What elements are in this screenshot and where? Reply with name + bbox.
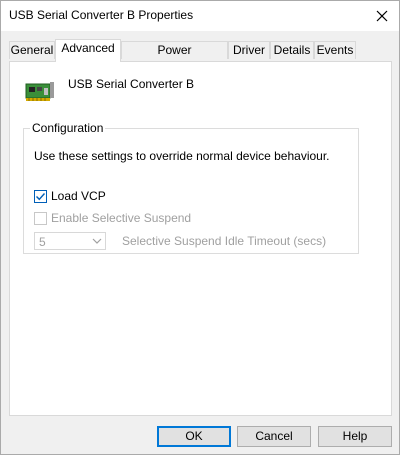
load-vcp-label: Load VCP bbox=[51, 189, 106, 203]
close-button[interactable] bbox=[365, 1, 399, 31]
load-vcp-row[interactable]: Load VCP bbox=[34, 189, 106, 203]
device-name: USB Serial Converter B bbox=[68, 77, 195, 91]
properties-dialog: USB Serial Converter B Properties Genera… bbox=[0, 0, 400, 455]
tab-general[interactable]: General bbox=[9, 41, 55, 59]
configuration-description: Use these settings to override normal de… bbox=[34, 149, 330, 163]
tab-strip: General Advanced Power Management Driver… bbox=[9, 39, 393, 74]
ok-button[interactable]: OK bbox=[157, 426, 231, 447]
tab-details[interactable]: Details bbox=[270, 41, 314, 59]
tab-events[interactable]: Events bbox=[314, 41, 356, 59]
selective-suspend-checkbox bbox=[34, 211, 47, 225]
load-vcp-checkbox[interactable] bbox=[34, 189, 47, 203]
checkmark-icon bbox=[36, 192, 46, 200]
configuration-group: Configuration Use these settings to over… bbox=[23, 121, 359, 254]
selective-suspend-label: Enable Selective Suspend bbox=[51, 211, 192, 225]
tab-driver[interactable]: Driver bbox=[228, 41, 270, 59]
idle-timeout-value: 5 bbox=[39, 235, 46, 249]
configuration-group-label: Configuration bbox=[30, 121, 106, 135]
tab-power-management[interactable]: Power Management bbox=[121, 41, 228, 74]
idle-timeout-label: Selective Suspend Idle Timeout (secs) bbox=[122, 234, 327, 248]
close-icon bbox=[376, 10, 388, 22]
chevron-down-icon bbox=[92, 238, 102, 244]
selective-suspend-row: Enable Selective Suspend bbox=[34, 211, 191, 225]
tab-advanced[interactable]: Advanced bbox=[55, 39, 121, 62]
idle-timeout-dropdown: 5 bbox=[34, 232, 106, 250]
cancel-button[interactable]: Cancel bbox=[237, 426, 311, 447]
advanced-panel: USB Serial Converter B Configuration Use… bbox=[9, 61, 392, 416]
title-bar[interactable]: USB Serial Converter B Properties bbox=[1, 1, 399, 31]
circuit-board-icon bbox=[25, 82, 54, 101]
help-button[interactable]: Help bbox=[318, 426, 392, 447]
window-title: USB Serial Converter B Properties bbox=[9, 8, 194, 22]
